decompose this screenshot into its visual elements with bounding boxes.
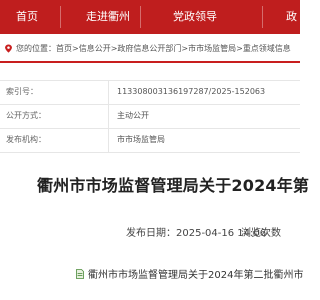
nav-divider (262, 6, 263, 28)
header-divider (0, 61, 300, 63)
publisher-value: 市市场监管局 (117, 135, 165, 144)
disclosure-method-label: 公开方式： (6, 111, 46, 120)
index-number-label: 索引号： (6, 87, 38, 96)
breadcrumb: 您的位置： 首页 > 信息公开 > 政府信息公开部门 > 市市场监管局 > 重点… (4, 40, 304, 56)
nav-divider (140, 6, 141, 28)
breadcrumb-separator: > (110, 43, 118, 53)
breadcrumb-item-home[interactable]: 首页 (56, 43, 72, 54)
attachment-link[interactable]: 衢州市市场监督管理局关于2024年第二批衢州市 (76, 266, 303, 281)
table-row: 公开方式： 主动公开 (0, 104, 300, 128)
breadcrumb-separator: > (72, 43, 79, 53)
nav-item-home[interactable]: 首页 (16, 0, 38, 34)
table-row: 索引号： 113308003136197287/2025-152063 (0, 80, 300, 104)
publisher-label: 发布机构： (6, 135, 46, 144)
attachment-name[interactable]: 衢州市市场监督管理局关于2024年第二批衢州市 (88, 266, 303, 281)
breadcrumb-item-key-areas[interactable]: 重点领域信息 (243, 43, 291, 54)
breadcrumb-item-market-bureau[interactable]: 市市场监管局 (188, 43, 236, 54)
view-count-label: 浏览次数 (241, 228, 281, 239)
breadcrumb-separator: > (236, 43, 243, 53)
breadcrumb-separator: > (181, 43, 189, 53)
file-icon (76, 268, 84, 279)
nav-item-government[interactable]: 政 (286, 0, 297, 34)
nav-divider (60, 6, 61, 28)
breadcrumb-prefix: 您的位置： (16, 43, 56, 53)
nav-item-leadership[interactable]: 党政领导 (173, 0, 217, 34)
disclosure-method-value: 主动公开 (117, 111, 149, 120)
location-pin-icon (5, 43, 12, 53)
table-column-divider (108, 80, 109, 152)
nav-item-about-quzhou[interactable]: 走进衢州 (86, 0, 130, 34)
index-number-value: 113308003136197287/2025-152063 (117, 87, 266, 96)
breadcrumb-item-departments[interactable]: 政府信息公开部门 (117, 43, 181, 54)
table-row: 发布机构： 市市场监管局 (0, 128, 300, 152)
publish-date-label: 发布日期： (126, 228, 176, 239)
top-nav-bar: 首页 走进衢州 党政领导 政 (0, 0, 300, 34)
breadcrumb-item-info-public[interactable]: 信息公开 (79, 43, 111, 54)
article-title: 衢州市市场监督管理局关于2024年第 (37, 176, 310, 195)
table-border (0, 152, 300, 153)
